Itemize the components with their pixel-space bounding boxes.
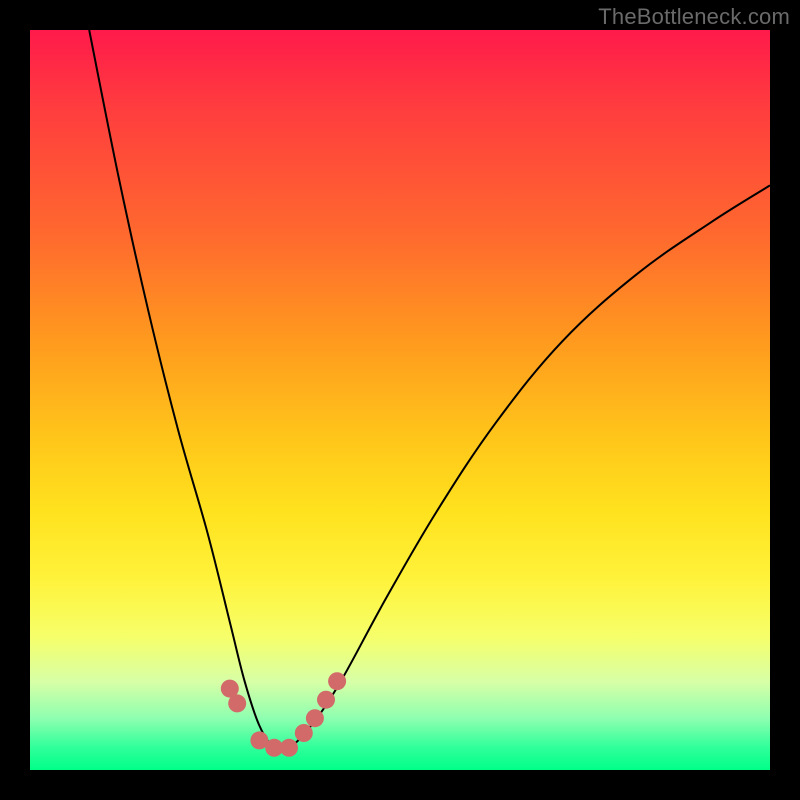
curve-marker [306, 709, 324, 727]
curve-marker [295, 724, 313, 742]
watermark-text: TheBottleneck.com [598, 4, 790, 30]
curve-marker [280, 739, 298, 757]
plot-area [30, 30, 770, 770]
chart-frame: TheBottleneck.com [0, 0, 800, 800]
bottleneck-curve [89, 30, 770, 751]
curve-marker [328, 672, 346, 690]
curve-markers [221, 672, 346, 757]
curve-layer [30, 30, 770, 770]
curve-marker [228, 694, 246, 712]
curve-marker [317, 691, 335, 709]
